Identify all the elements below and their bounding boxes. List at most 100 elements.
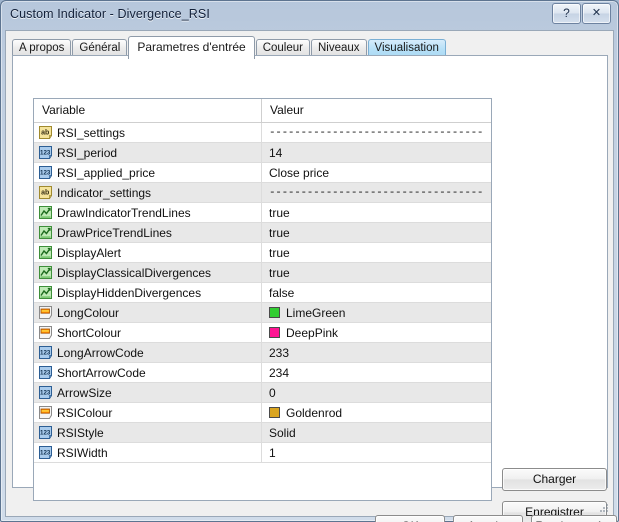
string-type-icon: ab — [39, 126, 52, 139]
value-cell[interactable]: Goldenrod — [262, 403, 491, 422]
close-icon[interactable]: ✕ — [582, 3, 611, 24]
value-cell[interactable]: 14 — [262, 143, 491, 162]
integer-type-icon: 123 — [39, 386, 52, 399]
color-type-icon — [39, 306, 52, 319]
table-row[interactable]: RSIColour Goldenrod — [34, 403, 491, 423]
variable-name: LongColour — [57, 306, 119, 320]
integer-type-icon: 123 — [39, 346, 52, 359]
integer-type-icon: 123 — [39, 146, 52, 159]
variable-name: RSI_settings — [57, 126, 125, 140]
table-row[interactable]: 123RSIWidth1 — [34, 443, 491, 463]
table-row[interactable]: LongColour LimeGreen — [34, 303, 491, 323]
variable-name: DrawPriceTrendLines — [57, 226, 172, 240]
boolean-type-icon — [39, 266, 52, 279]
variable-cell: DisplayAlert — [34, 243, 262, 262]
variable-cell: DrawIndicatorTrendLines — [34, 203, 262, 222]
value-text: LimeGreen — [286, 306, 345, 320]
value-text: ----------------------------------------… — [269, 127, 484, 139]
boolean-type-icon — [39, 206, 52, 219]
svg-text:123: 123 — [40, 429, 51, 436]
boolean-type-icon — [39, 246, 52, 259]
svg-text:123: 123 — [40, 369, 51, 376]
value-cell[interactable]: 0 — [262, 383, 491, 402]
value-cell[interactable]: 234 — [262, 363, 491, 382]
table-row[interactable]: 123 RSI_applied_price Close price — [34, 163, 491, 183]
variable-cell: ab RSI_settings — [34, 123, 262, 142]
svg-text:123: 123 — [40, 389, 51, 396]
cancel-button[interactable]: Annuler — [453, 515, 523, 522]
color-swatch — [269, 327, 280, 338]
variable-cell: 123RSIStyle — [34, 423, 262, 442]
value-cell[interactable]: true — [262, 203, 491, 222]
variable-name: DisplayHiddenDivergences — [57, 286, 201, 300]
value-cell[interactable]: Solid — [262, 423, 491, 442]
ok-button[interactable]: OK — [375, 515, 445, 522]
value-cell[interactable]: Close price — [262, 163, 491, 182]
variable-name: LongArrowCode — [57, 346, 144, 360]
value-cell[interactable]: ----------------------------------------… — [262, 123, 491, 142]
value-cell[interactable]: 233 — [262, 343, 491, 362]
variable-name: RSI_applied_price — [57, 166, 155, 180]
color-swatch — [269, 407, 280, 418]
value-text: Close price — [269, 166, 329, 180]
variable-cell: 123 RSI_applied_price — [34, 163, 262, 182]
table-row[interactable]: 123RSIStyleSolid — [34, 423, 491, 443]
value-text: true — [269, 206, 290, 220]
column-header-variable[interactable]: Variable — [34, 99, 262, 122]
custom-indicator-dialog: Custom Indicator - Divergence_RSI ? ✕ A … — [0, 0, 619, 522]
value-cell[interactable]: DeepPink — [262, 323, 491, 342]
variable-name: DisplayClassicalDivergences — [57, 266, 211, 280]
value-cell[interactable]: true — [262, 223, 491, 242]
value-cell[interactable]: false — [262, 283, 491, 302]
variable-cell: ab Indicator_settings — [34, 183, 262, 202]
value-text: true — [269, 266, 290, 280]
value-text: Goldenrod — [286, 406, 342, 420]
variable-cell: DrawPriceTrendLines — [34, 223, 262, 242]
value-text: false — [269, 286, 294, 300]
variable-name: RSIColour — [57, 406, 112, 420]
table-row[interactable]: 123 LongArrowCode 233 — [34, 343, 491, 363]
title-bar[interactable]: Custom Indicator - Divergence_RSI ? ✕ — [0, 0, 619, 30]
string-type-icon: ab — [39, 186, 52, 199]
table-row[interactable]: DrawPriceTrendLines true — [34, 223, 491, 243]
table-row[interactable]: ab RSI_settings --------------------------… — [34, 123, 491, 143]
value-text: 0 — [269, 386, 276, 400]
variable-cell: 123 LongArrowCode — [34, 343, 262, 362]
integer-type-icon: 123 — [39, 426, 52, 439]
table-row[interactable]: ab Indicator_settings --------------------… — [34, 183, 491, 203]
resize-grip-icon[interactable] — [597, 501, 609, 513]
value-text: 14 — [269, 146, 282, 160]
value-text: true — [269, 226, 290, 240]
variable-name: RSI_period — [57, 146, 117, 160]
tab-parametres-d-entr-e[interactable]: Parametres d'entrée — [128, 36, 254, 59]
variable-cell: ShortColour — [34, 323, 262, 342]
value-cell[interactable]: true — [262, 263, 491, 282]
load-button[interactable]: Charger — [502, 468, 607, 491]
value-cell[interactable]: ----------------------------------------… — [262, 183, 491, 202]
value-cell[interactable]: true — [262, 243, 491, 262]
variable-name: ShortColour — [57, 326, 121, 340]
help-icon[interactable]: ? — [552, 3, 581, 24]
table-row[interactable]: DisplayClassicalDivergences true — [34, 263, 491, 283]
table-row[interactable]: 123 ShortArrowCode 234 — [34, 363, 491, 383]
table-row[interactable]: ShortColour DeepPink — [34, 323, 491, 343]
variable-name: Indicator_settings — [57, 186, 151, 200]
color-type-icon — [39, 406, 52, 419]
table-row[interactable]: DisplayAlerttrue — [34, 243, 491, 263]
variable-cell: 123RSIWidth — [34, 443, 262, 462]
variable-name: ShortArrowCode — [57, 366, 146, 380]
value-cell[interactable]: LimeGreen — [262, 303, 491, 322]
reset-button[interactable]: Remise a zéro — [531, 515, 617, 522]
integer-type-icon: 123 — [39, 166, 52, 179]
value-text: 234 — [269, 366, 289, 380]
table-row[interactable]: 123 RSI_period 14 — [34, 143, 491, 163]
svg-text:ab: ab — [41, 130, 49, 137]
svg-text:123: 123 — [40, 449, 51, 456]
column-header-valeur[interactable]: Valeur — [262, 99, 491, 122]
value-cell[interactable]: 1 — [262, 443, 491, 462]
parameters-grid[interactable]: Variable Valeur ab RSI_settings ----------… — [33, 98, 492, 501]
grid-body: ab RSI_settings --------------------------… — [34, 123, 491, 463]
table-row[interactable]: DrawIndicatorTrendLines true — [34, 203, 491, 223]
table-row[interactable]: DisplayHiddenDivergences false — [34, 283, 491, 303]
table-row[interactable]: 123ArrowSize0 — [34, 383, 491, 403]
